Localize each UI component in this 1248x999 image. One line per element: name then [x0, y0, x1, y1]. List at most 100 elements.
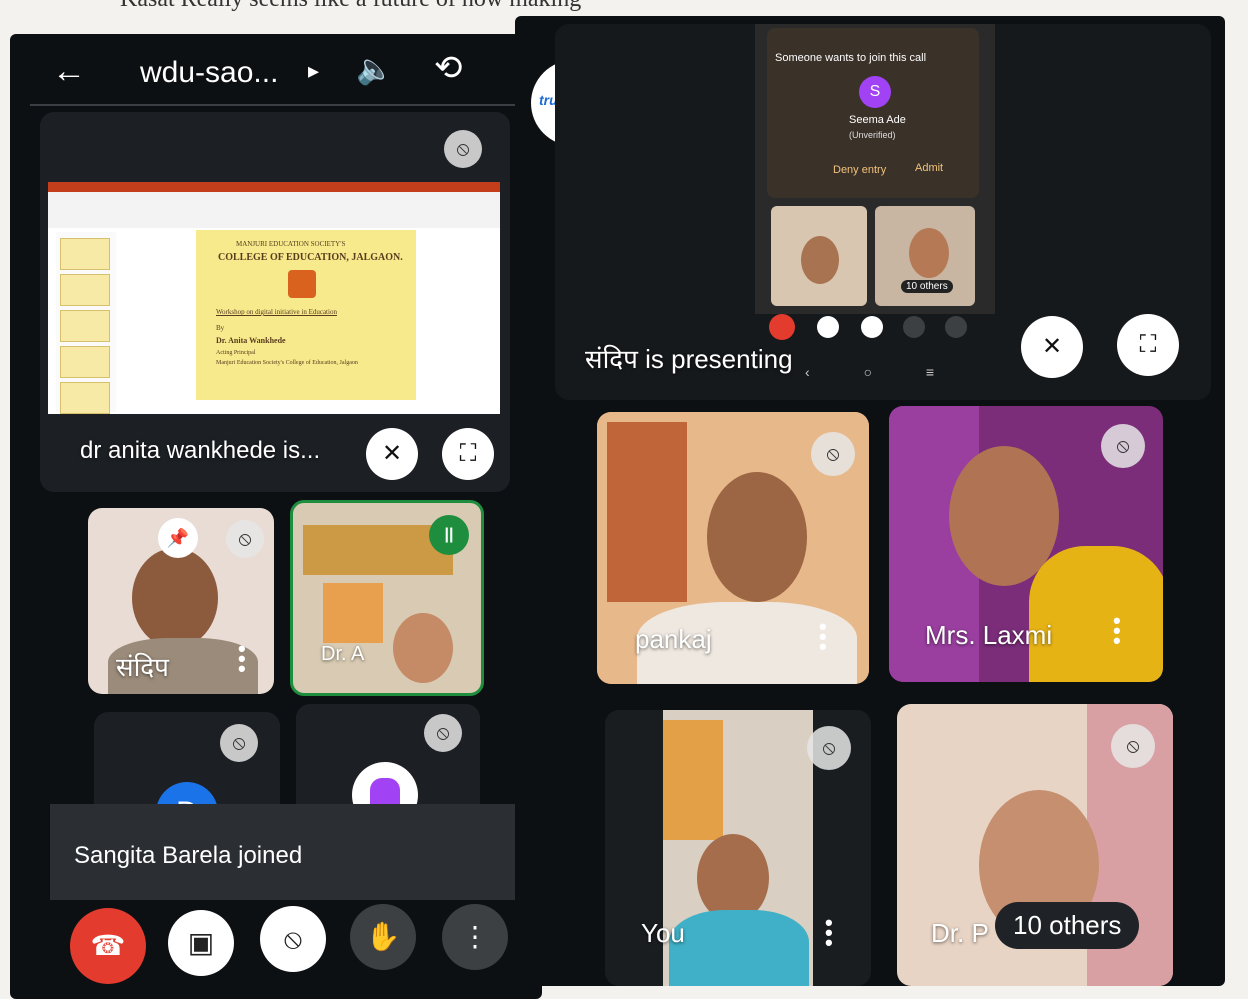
- requester-name: Seema Ade: [849, 114, 906, 126]
- header-divider: [30, 104, 522, 106]
- slide-role: Acting Principal: [216, 350, 256, 356]
- mini-controls: [769, 314, 979, 342]
- participant-name: You: [641, 918, 685, 948]
- slide-presenter: Dr. Anita Wankhede: [216, 336, 286, 345]
- call-header: ← wdu-sao... ▸ 🔈 ⟲: [10, 34, 542, 106]
- mini-mic-icon: [861, 316, 883, 338]
- nav-home-icon: ○: [863, 364, 873, 380]
- participant-name: Mrs. Laxmi: [925, 620, 1053, 650]
- speaking-indicator-icon: ||: [429, 515, 469, 555]
- join-request-title: Someone wants to join this call: [775, 52, 927, 64]
- admit-button[interactable]: Admit: [915, 162, 943, 174]
- more-options-icon[interactable]: • • •: [238, 638, 246, 680]
- more-options-button[interactable]: ⋮: [442, 904, 508, 970]
- mic-off-icon: ⦸: [807, 726, 851, 770]
- participant-tile[interactable]: ⦸ pankaj • • •: [597, 412, 869, 684]
- presenting-label: संदिप is presenting: [585, 344, 793, 374]
- slide-college: COLLEGE OF EDUCATION, JALGAON.: [218, 252, 403, 263]
- slide-affiliation: Manjuri Education Society's College of E…: [216, 360, 358, 366]
- participant-face: [697, 834, 769, 922]
- raise-hand-button[interactable]: ✋: [350, 904, 416, 970]
- fullscreen-icon[interactable]: ⛶: [442, 428, 494, 480]
- speaker-icon[interactable]: 🔈: [356, 52, 393, 87]
- end-call-button[interactable]: ☎: [70, 908, 146, 984]
- slide-thumbnail: [60, 274, 110, 306]
- more-options-icon[interactable]: • • •: [1113, 610, 1121, 652]
- mini-hand-icon: [903, 316, 925, 338]
- mic-off-icon: ⦸: [1101, 424, 1145, 468]
- participant-tile[interactable]: ⦸ Mrs. Laxmi • • •: [889, 406, 1163, 682]
- participant-name: Dr. P: [931, 918, 989, 948]
- shared-phone-screen: Someone wants to join this call S Seema …: [755, 24, 995, 380]
- participant-name: pankaj: [635, 624, 712, 654]
- participant-face: [707, 472, 807, 602]
- current-slide: MANJURI EDUCATION SOCIETY'S COLLEGE OF E…: [196, 230, 416, 400]
- android-nav-bar: ‹ ○ ≡: [805, 364, 955, 380]
- join-toast: Sangita Barela joined: [50, 804, 526, 900]
- more-options-icon[interactable]: • • •: [819, 616, 827, 658]
- slide-society: MANJURI EDUCATION SOCIETY'S: [236, 240, 346, 248]
- nav-recents-icon: ≡: [925, 364, 935, 380]
- presentation-tile[interactable]: ⦸ MANJURI EDUCATION SOCIETY'S COLLEGE OF…: [40, 112, 510, 492]
- toast-text: Sangita Barela joined: [74, 842, 303, 869]
- mic-off-icon: ⦸: [424, 714, 462, 752]
- participant-name: Dr. A: [321, 643, 365, 665]
- unpin-icon[interactable]: ✕: [1021, 316, 1083, 378]
- mic-off-icon: ⦸: [220, 724, 258, 762]
- mini-camera-icon: [817, 316, 839, 338]
- participant-face: [909, 228, 949, 278]
- slide-thumbnail: [60, 346, 110, 378]
- fullscreen-icon[interactable]: ⛶: [1117, 314, 1179, 376]
- shared-screen: MANJURI EDUCATION SOCIETY'S COLLEGE OF E…: [48, 182, 500, 414]
- room-cabinet: [607, 422, 687, 602]
- slide-thumbnails: [56, 232, 116, 414]
- participant-face: [393, 613, 453, 683]
- ppt-toolbar: [48, 192, 500, 228]
- chevron-right-icon[interactable]: ▸: [308, 58, 319, 84]
- others-badge[interactable]: 10 others: [995, 902, 1140, 949]
- requester-status: (Unverified): [849, 130, 896, 140]
- join-request-card: Someone wants to join this call S Seema …: [767, 28, 979, 198]
- more-options-icon[interactable]: • • •: [825, 912, 833, 954]
- participant-face: [801, 236, 839, 284]
- switch-camera-icon[interactable]: ⟲: [434, 48, 463, 88]
- nav-back-icon: ‹: [805, 364, 810, 380]
- mini-others-badge: 10 others: [901, 280, 953, 293]
- mini-participant-tile: 10 others: [875, 206, 975, 306]
- self-video: [663, 710, 813, 986]
- meeting-title[interactable]: wdu-sao...: [140, 56, 278, 90]
- arrow-left-icon[interactable]: ←: [52, 52, 86, 91]
- deny-entry-button[interactable]: Deny entry: [833, 164, 886, 176]
- mic-off-icon: ⦸: [1111, 724, 1155, 768]
- requester-avatar: S: [859, 76, 891, 108]
- presenter-label: dr anita wankhede is...: [80, 437, 321, 464]
- mini-end-call-icon: [769, 314, 795, 340]
- slide-thumbnail: [60, 310, 110, 342]
- camera-off-button[interactable]: ▣: [168, 910, 234, 976]
- slide-by: By: [216, 324, 225, 332]
- wall-pictures: [663, 720, 723, 840]
- mic-off-icon: ⦸: [811, 432, 855, 476]
- participant-tile[interactable]: ⦸ Dr. P 10 others: [897, 704, 1173, 986]
- ppt-ribbon: [48, 182, 500, 192]
- mini-participant-tile: [771, 206, 867, 306]
- left-phone-screen: ← wdu-sao... ▸ 🔈 ⟲ ⦸ MANJURI EDUCATION S…: [10, 34, 542, 999]
- participant-tile[interactable]: 📌 ⦸ संदिप • • •: [88, 508, 274, 694]
- unpin-icon[interactable]: ✕: [366, 428, 418, 480]
- document-caption: Kasat Really seems like a future of how …: [120, 0, 1020, 16]
- wall-pictures: [323, 583, 383, 643]
- participant-tile[interactable]: || Dr. A: [290, 500, 484, 696]
- participant-body: [1029, 546, 1163, 682]
- mic-toggle-button[interactable]: ⦸: [260, 906, 326, 972]
- pin-icon[interactable]: 📌: [158, 518, 198, 558]
- participant-tile[interactable]: ⦸ You • • •: [605, 710, 871, 986]
- right-phone-screen: truecaller ✆ Someone wants to join this …: [515, 16, 1225, 986]
- mic-off-icon: ⦸: [444, 130, 482, 168]
- college-logo: [288, 270, 316, 298]
- slide-thumbnail: [60, 238, 110, 270]
- presentation-tile[interactable]: Someone wants to join this call S Seema …: [555, 24, 1211, 400]
- participant-face: [132, 548, 218, 648]
- mini-more-icon: [945, 316, 967, 338]
- slide-thumbnail: [60, 382, 110, 414]
- participant-body: [669, 910, 809, 986]
